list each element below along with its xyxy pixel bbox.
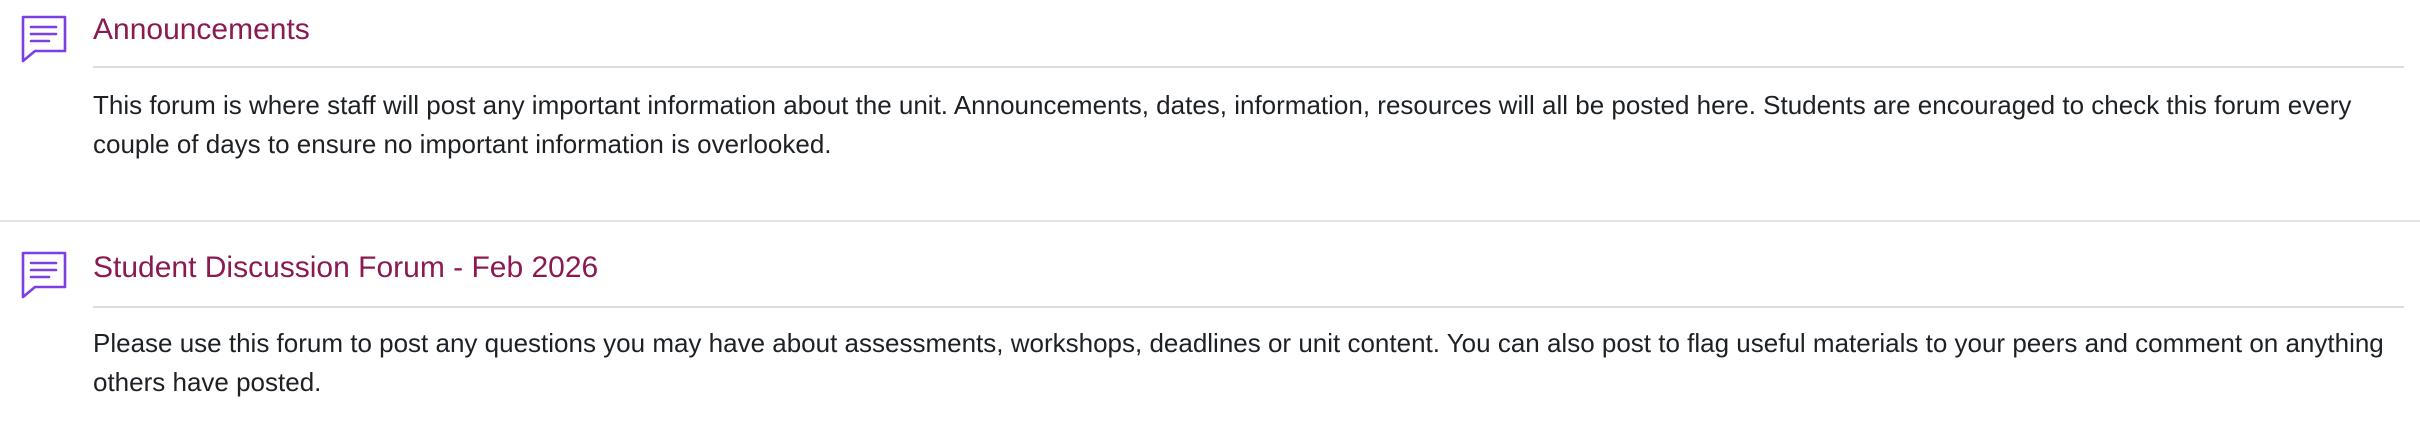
forum-icon (18, 14, 68, 64)
forum-icon (18, 250, 68, 300)
activity-title-link[interactable]: Student Discussion Forum - Feb 2026 (93, 246, 598, 290)
forum-activity-student-discussion: Student Discussion Forum - Feb 2026 Plea… (0, 222, 2420, 442)
activity-description: Please use this forum to post any questi… (93, 328, 2384, 397)
activity-description: This forum is where staff will post any … (93, 90, 2352, 159)
forum-activity-announcements: Announcements This forum is where staff … (0, 0, 2420, 222)
title-divider (93, 306, 2404, 308)
activity-list: Announcements This forum is where staff … (0, 0, 2420, 442)
activity-title-link[interactable]: Announcements (93, 8, 310, 52)
title-divider (93, 66, 2404, 68)
